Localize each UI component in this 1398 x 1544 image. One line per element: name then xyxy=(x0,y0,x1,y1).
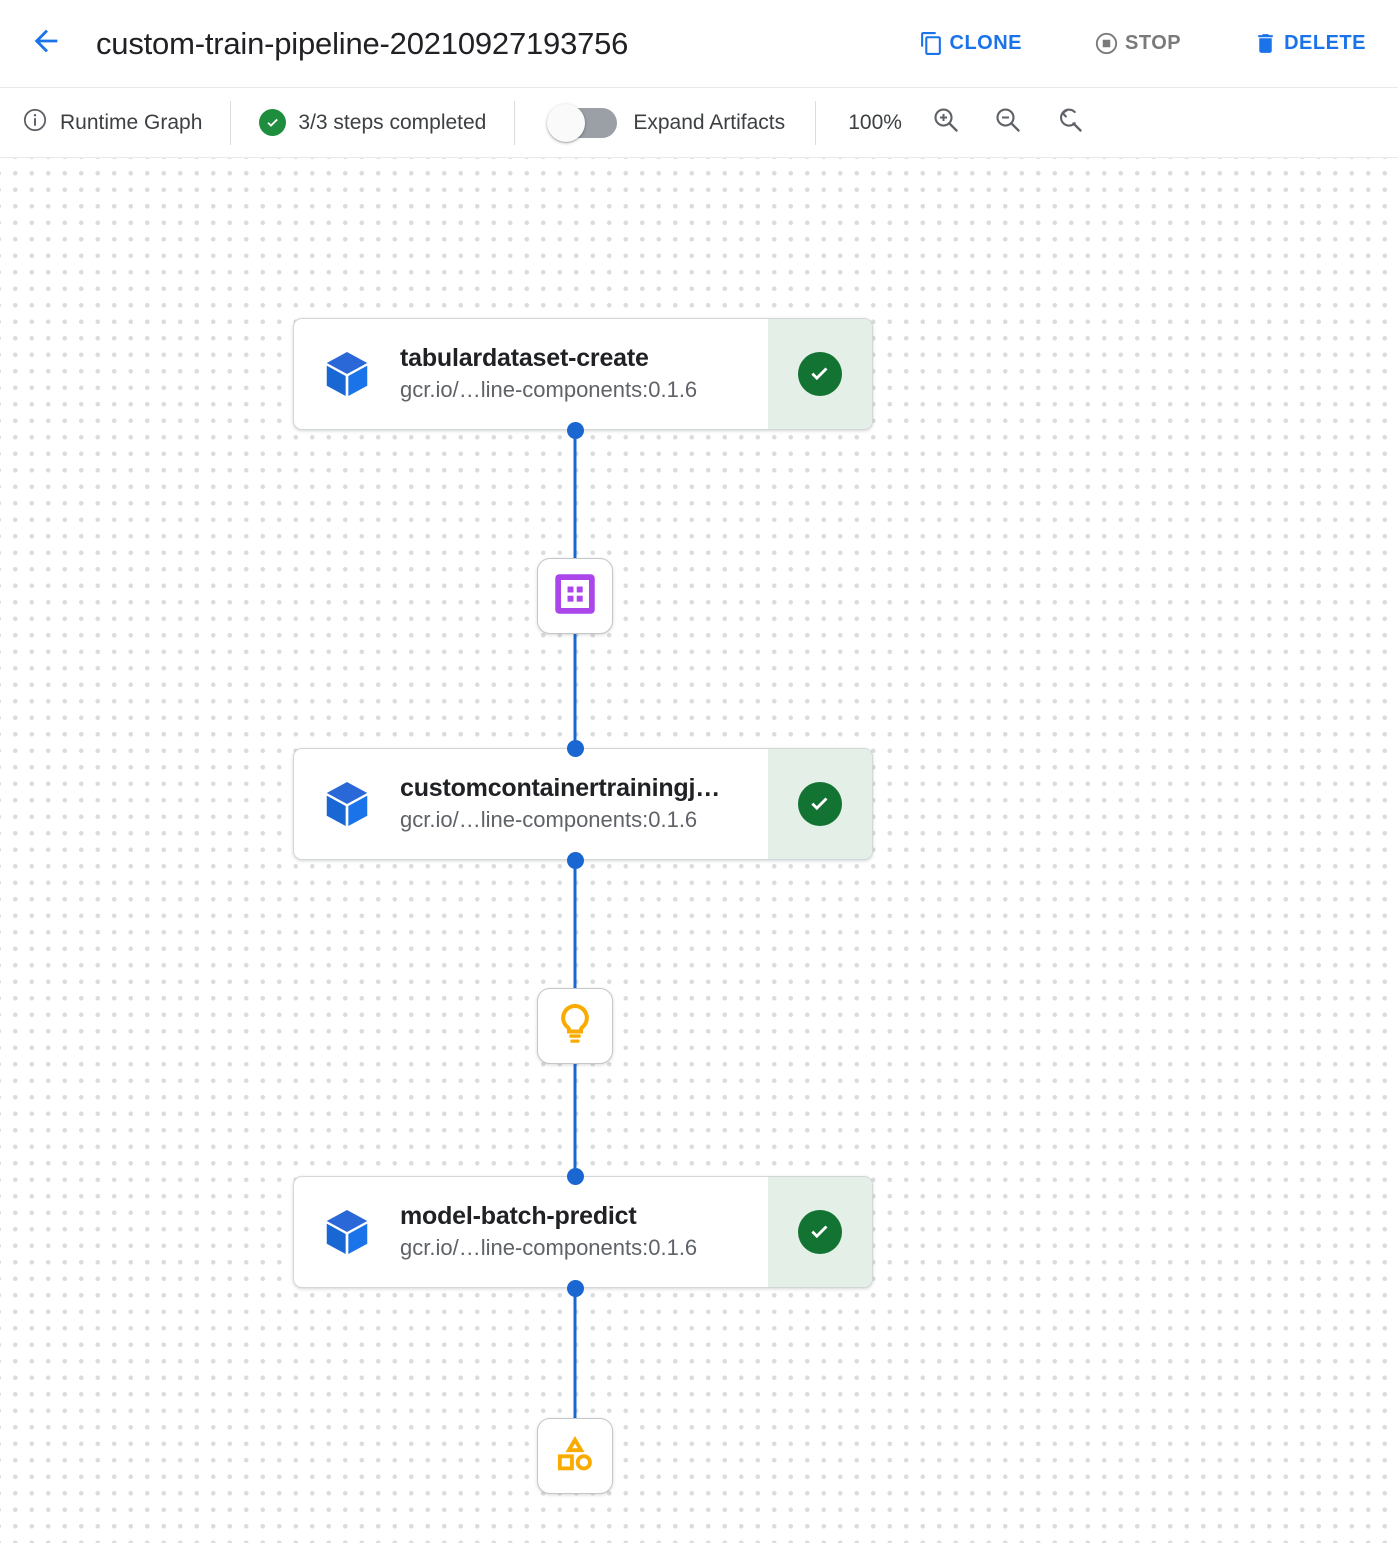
stop-button-label: STOP xyxy=(1125,32,1181,55)
cube-icon xyxy=(320,1205,374,1259)
artifact-node-model[interactable] xyxy=(537,988,613,1064)
clone-button[interactable]: CLONE xyxy=(913,21,1029,66)
node-text: tabulardataset-create gcr.io/…line-compo… xyxy=(400,343,697,405)
node-status-badge xyxy=(768,1177,872,1287)
expand-artifacts-toggle-wrap[interactable]: Expand Artifacts xyxy=(551,108,785,138)
zoom-reset-icon xyxy=(1055,105,1085,141)
stop-button[interactable]: STOP xyxy=(1088,21,1187,66)
pipeline-node-tabulardataset-create[interactable]: tabulardataset-create gcr.io/…line-compo… xyxy=(293,318,873,430)
expand-artifacts-label: Expand Artifacts xyxy=(633,111,785,135)
dataset-icon xyxy=(552,571,598,622)
expand-artifacts-toggle[interactable] xyxy=(551,108,617,138)
pipeline-node-model-batch-predict[interactable]: model-batch-predict gcr.io/…line-compone… xyxy=(293,1176,873,1288)
node-title: tabulardataset-create xyxy=(400,343,697,374)
node-output-connector xyxy=(567,1280,584,1297)
zoom-level-label: 100% xyxy=(844,111,906,135)
zoom-controls: 100% xyxy=(816,101,1092,145)
node-status-badge xyxy=(768,749,872,859)
cube-icon xyxy=(320,347,374,401)
page-header: custom-train-pipeline-20210927193756 CLO… xyxy=(0,0,1398,88)
check-circle-icon xyxy=(798,782,842,826)
artifact-node-dataset[interactable] xyxy=(537,558,613,634)
zoom-in-icon xyxy=(931,105,961,141)
zoom-in-button[interactable] xyxy=(924,101,968,145)
check-circle-icon xyxy=(798,1210,842,1254)
back-button[interactable] xyxy=(22,20,70,68)
node-subtitle: gcr.io/…line-components:0.1.6 xyxy=(400,1234,697,1263)
node-title: customcontainertrainingj… xyxy=(400,773,720,804)
node-output-connector xyxy=(567,852,584,869)
check-circle-icon xyxy=(798,352,842,396)
shapes-artifact-icon xyxy=(552,1431,598,1482)
node-input-connector xyxy=(567,740,584,757)
node-body: tabulardataset-create gcr.io/…line-compo… xyxy=(294,319,768,429)
pipeline-graph-canvas[interactable]: tabulardataset-create gcr.io/…line-compo… xyxy=(0,158,1398,1543)
steps-status-label: 3/3 steps completed xyxy=(298,111,486,135)
node-input-connector xyxy=(567,1168,584,1185)
node-status-badge xyxy=(768,319,872,429)
delete-button-label: DELETE xyxy=(1284,32,1366,55)
arrow-left-icon xyxy=(29,24,63,63)
zoom-out-icon xyxy=(993,105,1023,141)
expand-artifacts-control[interactable]: Expand Artifacts xyxy=(515,108,815,138)
graph-toolbar: Runtime Graph 3/3 steps completed Expand… xyxy=(0,88,1398,158)
delete-button[interactable]: DELETE xyxy=(1247,21,1372,66)
toggle-knob xyxy=(547,104,585,142)
cube-icon xyxy=(320,777,374,831)
node-output-connector xyxy=(567,422,584,439)
node-subtitle: gcr.io/…line-components:0.1.6 xyxy=(400,376,697,405)
runtime-graph-label: Runtime Graph xyxy=(60,111,202,135)
artifact-node-batch-prediction[interactable] xyxy=(537,1418,613,1494)
zoom-out-button[interactable] xyxy=(986,101,1030,145)
node-body: customcontainertrainingj… gcr.io/…line-c… xyxy=(294,749,768,859)
node-body: model-batch-predict gcr.io/…line-compone… xyxy=(294,1177,768,1287)
clone-icon xyxy=(919,31,944,56)
zoom-reset-button[interactable] xyxy=(1048,101,1092,145)
model-bulb-icon xyxy=(552,1001,598,1052)
info-icon xyxy=(22,107,48,139)
trash-icon xyxy=(1253,31,1278,56)
pipeline-node-customcontainertrainingjob[interactable]: customcontainertrainingj… gcr.io/…line-c… xyxy=(293,748,873,860)
clone-button-label: CLONE xyxy=(950,32,1023,55)
steps-status: 3/3 steps completed xyxy=(231,109,514,136)
node-text: model-batch-predict gcr.io/…line-compone… xyxy=(400,1201,697,1263)
check-circle-icon xyxy=(259,109,286,136)
header-actions: CLONE STOP DELETE xyxy=(913,21,1373,66)
runtime-graph-mode[interactable]: Runtime Graph xyxy=(22,107,230,139)
node-title: model-batch-predict xyxy=(400,1201,697,1232)
node-subtitle: gcr.io/…line-components:0.1.6 xyxy=(400,806,720,835)
stop-icon xyxy=(1094,31,1119,56)
node-text: customcontainertrainingj… gcr.io/…line-c… xyxy=(400,773,720,835)
page-title: custom-train-pipeline-20210927193756 xyxy=(96,26,628,62)
